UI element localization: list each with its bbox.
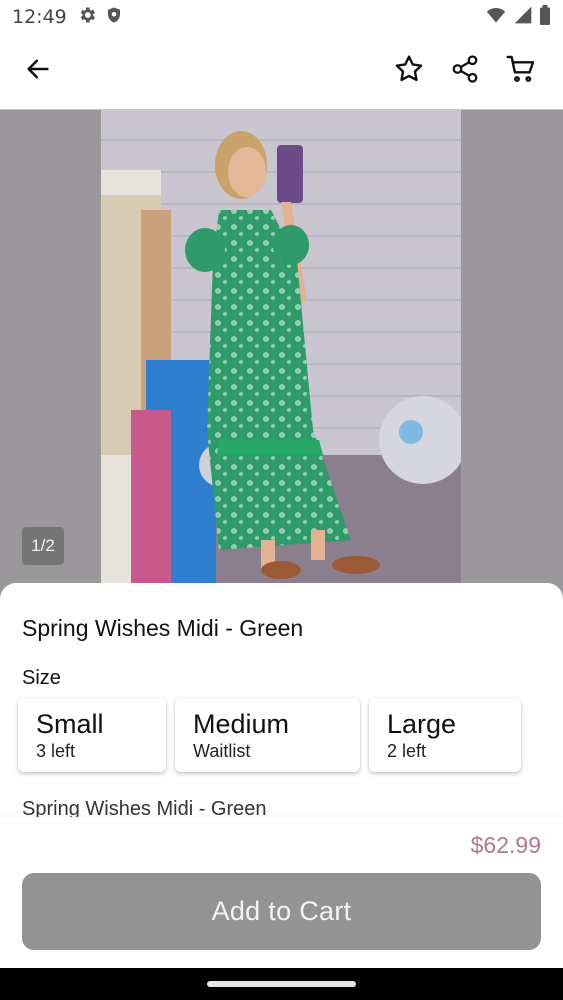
star-icon [393, 53, 425, 90]
size-availability: 3 left [36, 741, 76, 761]
bottom-action-bar: $62.99 Add to Cart [0, 818, 563, 968]
battery-icon [539, 4, 551, 30]
size-name: Medium [193, 709, 290, 739]
product-image-gallery[interactable]: 1/2 [0, 110, 563, 600]
size-options: Small 3 left Medium Waitlist Large 2 lef… [18, 698, 521, 772]
status-bar: 12:49 [0, 0, 563, 34]
size-name: Small [36, 709, 104, 739]
back-button[interactable] [18, 52, 58, 92]
product-title: Spring Wishes Midi - Green [22, 615, 304, 641]
system-nav-bar [0, 968, 563, 1000]
home-indicator[interactable] [207, 981, 356, 987]
product-photo [101, 110, 461, 600]
signal-icon [513, 5, 533, 30]
photo-counter: 1/2 [22, 527, 64, 565]
product-info-sheet: Spring Wishes Midi - Green Size Small 3 … [0, 583, 563, 818]
shield-icon [105, 5, 123, 30]
size-option-medium[interactable]: Medium Waitlist [175, 698, 360, 772]
favorite-button[interactable] [389, 52, 429, 92]
cart-icon [505, 53, 537, 90]
status-time: 12:49 [12, 6, 67, 28]
size-availability: Waitlist [193, 741, 251, 761]
add-to-cart-button[interactable]: Add to Cart [22, 873, 541, 950]
cart-button[interactable] [501, 52, 541, 92]
size-availability: 2 left [387, 741, 427, 761]
size-option-large[interactable]: Large 2 left [369, 698, 521, 772]
wifi-icon [485, 5, 507, 30]
share-icon [450, 54, 480, 89]
back-arrow-icon [24, 55, 52, 88]
product-price: $62.99 [470, 832, 541, 858]
gear-icon [77, 5, 97, 30]
size-option-small[interactable]: Small 3 left [18, 698, 166, 772]
size-name: Large [387, 709, 457, 739]
product-description: Spring Wishes Midi - Green [22, 798, 267, 817]
size-label: Size [22, 667, 61, 689]
app-bar [0, 34, 563, 110]
share-button[interactable] [445, 52, 485, 92]
